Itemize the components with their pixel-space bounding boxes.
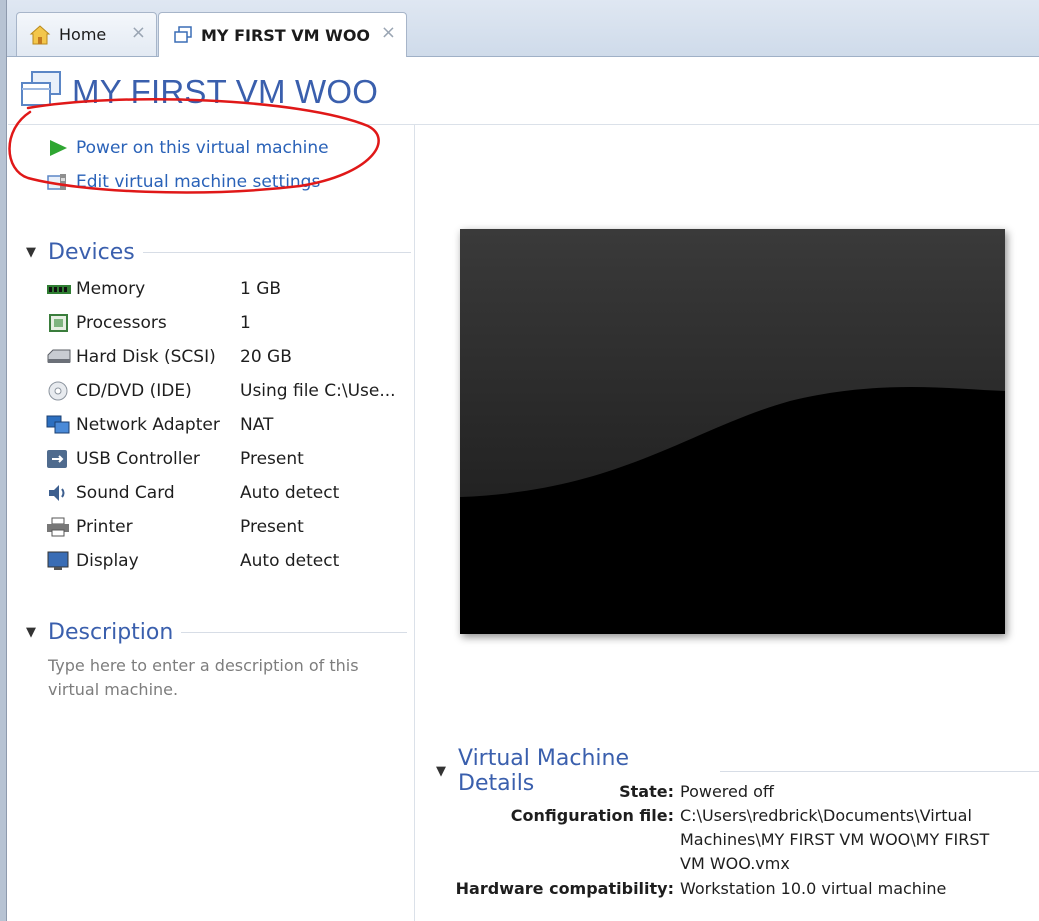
device-name: Hard Disk (SCSI) [76, 347, 216, 367]
config-file-value: C:\Users\redbrick\Documents\Virtual Mach… [680, 804, 989, 876]
hardware-compat-value: Workstation 10.0 virtual machine [680, 879, 947, 898]
device-name: Printer [76, 517, 133, 537]
detail-config-file: Configuration file: C:\Users\redbrick\Do… [450, 804, 990, 876]
display-icon [47, 551, 69, 570]
devices-heading: Devices [48, 240, 135, 265]
tab-strip: Home × MY FIRST VM WOO × [7, 0, 1039, 57]
tab-vm-close-icon[interactable]: × [381, 22, 396, 43]
detail-state: State: Powered off [450, 780, 774, 804]
device-name: Display [76, 551, 139, 571]
hardware-compat-label: Hardware compatibility: [455, 879, 674, 898]
edit-settings-button[interactable]: Edit virtual machine settings [46, 172, 320, 192]
settings-icon [47, 174, 66, 190]
device-row-printer[interactable]: Printer Present [46, 512, 304, 542]
collapse-arrow-icon[interactable]: ▼ [26, 625, 36, 640]
config-file-line: Machines\MY FIRST VM WOO\MY FIRST [680, 830, 990, 849]
device-row-sound-card[interactable]: Sound Card Auto detect [46, 478, 339, 508]
config-file-line: VM WOO.vmx [680, 854, 790, 873]
home-icon [29, 24, 51, 44]
collapse-arrow-icon[interactable]: ▼ [436, 764, 446, 779]
device-value: Auto detect [240, 551, 340, 571]
device-value: Using file C:\Use... [240, 381, 396, 401]
device-name: Memory [76, 279, 146, 299]
description-section-header[interactable]: ▼ Description [26, 620, 408, 645]
state-value: Powered off [680, 782, 774, 801]
printer-icon [47, 517, 69, 537]
play-icon [50, 140, 67, 156]
device-row-memory[interactable]: Memory 1 GB [46, 274, 281, 304]
detail-hardware-compatibility: Hardware compatibility: Workstation 10.0… [450, 877, 947, 901]
device-value: Auto detect [240, 483, 340, 503]
sound-icon [49, 485, 65, 501]
header-divider [8, 124, 1039, 125]
description-heading: Description [48, 620, 174, 645]
device-name: USB Controller [76, 449, 200, 469]
device-name: CD/DVD (IDE) [76, 381, 192, 401]
window-left-border [0, 0, 7, 921]
power-on-button[interactable]: Power on this virtual machine [46, 138, 329, 158]
power-on-label: Power on this virtual machine [76, 138, 329, 158]
hard-disk-icon [47, 349, 71, 363]
tab-home-close-icon[interactable]: × [131, 22, 146, 43]
device-value: Present [240, 517, 304, 537]
device-name: Network Adapter [76, 415, 220, 435]
memory-icon [47, 285, 71, 294]
device-name: Processors [76, 313, 167, 333]
vm-screen-preview[interactable] [460, 229, 1005, 634]
processor-icon [49, 314, 68, 332]
device-row-network-adapter[interactable]: Network Adapter NAT [46, 410, 273, 440]
usb-icon [47, 450, 67, 468]
device-value: 20 GB [240, 347, 292, 367]
device-row-display[interactable]: Display Auto detect [46, 546, 339, 576]
section-rule [142, 252, 411, 253]
device-value: 1 [240, 313, 251, 333]
edit-settings-label: Edit virtual machine settings [76, 172, 321, 192]
vm-icon [21, 71, 61, 106]
device-value: 1 GB [240, 279, 282, 299]
device-row-usb-controller[interactable]: USB Controller Present [46, 444, 304, 474]
section-rule [181, 632, 408, 633]
description-field[interactable]: Type here to enter a description of this… [48, 654, 398, 702]
vm-icon [174, 26, 192, 43]
tab-vm-label: MY FIRST VM WOO [201, 25, 371, 45]
device-value: Present [240, 449, 304, 469]
device-name: Sound Card [76, 483, 175, 503]
devices-section-header[interactable]: ▼ Devices [26, 240, 411, 265]
tab-vm[interactable]: MY FIRST VM WOO × [158, 12, 407, 57]
device-value: NAT [240, 415, 274, 435]
network-adapter-icon [46, 415, 70, 434]
pane-divider [414, 125, 415, 921]
state-label: State: [619, 782, 674, 801]
tab-home[interactable]: Home × [16, 12, 157, 56]
device-row-hard-disk[interactable]: Hard Disk (SCSI) 20 GB [46, 342, 292, 372]
config-file-label: Configuration file: [510, 806, 674, 825]
collapse-arrow-icon[interactable]: ▼ [26, 245, 36, 260]
device-row-processors[interactable]: Processors 1 [46, 308, 251, 338]
page-header: MY FIRST VM WOO [18, 66, 378, 118]
section-rule [719, 770, 1039, 772]
page-title: MY FIRST VM WOO [72, 73, 379, 110]
config-file-line: C:\Users\redbrick\Documents\Virtual [680, 806, 972, 825]
cd-dvd-icon [48, 381, 68, 401]
device-row-cd-dvd[interactable]: CD/DVD (IDE) Using file C:\Use... [46, 376, 396, 406]
tab-home-label: Home [59, 25, 107, 44]
